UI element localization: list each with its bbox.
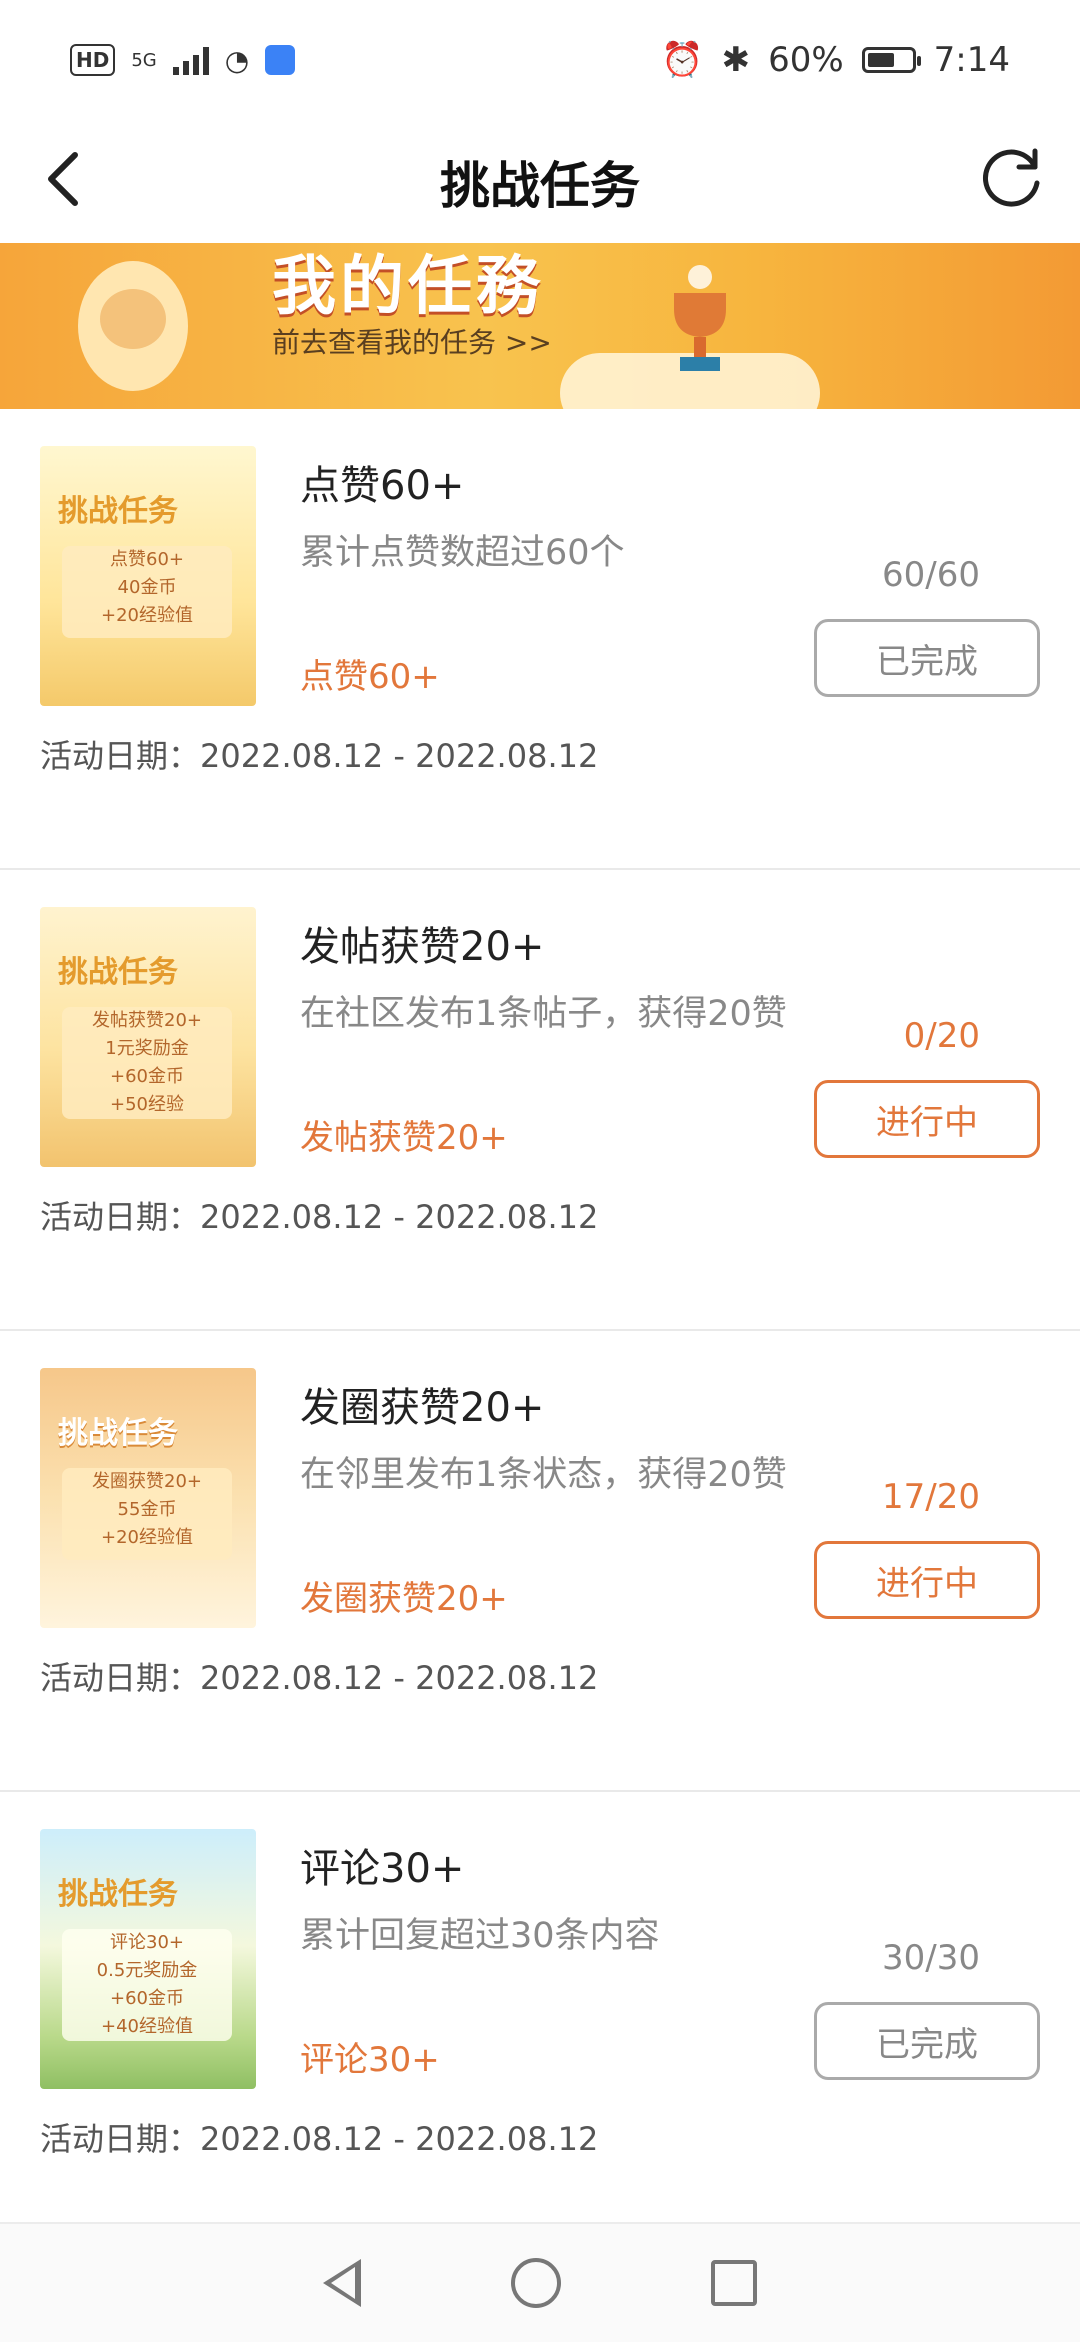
- thumbnail-title: 挑战任务: [58, 1416, 178, 1451]
- task-description: 在邻里发布1条状态，获得20赞: [300, 1455, 787, 1495]
- thumbnail-title: 挑战任务: [58, 494, 178, 529]
- battery-fill: [867, 53, 894, 67]
- thumbnail-line: +60金币: [110, 1066, 184, 1087]
- task-tag: 发圈获赞20+: [300, 1579, 508, 1619]
- task-date: 活动日期：2022.08.12 - 2022.08.12: [40, 1198, 599, 1236]
- back-arrow-icon[interactable]: [28, 144, 98, 214]
- thumbnail-line: 发帖获赞20+: [92, 1010, 202, 1031]
- battery-icon: [861, 47, 921, 73]
- task-thumbnail: 挑战任务 点赞60+ 40金币 +20经验值: [40, 446, 256, 706]
- bluetooth-icon: ✱: [721, 40, 751, 80]
- battery-percent: 60%: [768, 40, 844, 80]
- system-nav-bar: [0, 2222, 1080, 2342]
- task-item[interactable]: 挑战任务 发帖获赞20+ 1元奖励金 +60金币 +50经验 发帖获赞20+ 在…: [0, 870, 1080, 1331]
- thumbnail-reward-box: 发圈获赞20+ 55金币 +20经验值: [62, 1468, 232, 1560]
- system-back-icon[interactable]: [323, 2259, 361, 2307]
- status-left: HD 5G ◔: [70, 43, 296, 77]
- thumbnail-line: +50经验: [110, 1094, 184, 1115]
- task-name: 发帖获赞20+: [300, 924, 545, 970]
- status-bar: HD 5G ◔ ⏰ ✱ 60% 7:14: [0, 0, 1080, 120]
- thumbnail-line: +60金币: [110, 1988, 184, 2009]
- signal-icon: [172, 45, 209, 75]
- thumbnail-line: 点赞60+: [110, 549, 184, 570]
- thumbnail-line: 0.5元奖励金: [96, 1960, 198, 1981]
- task-date: 活动日期：2022.08.12 - 2022.08.12: [40, 737, 599, 775]
- task-date: 活动日期：2022.08.12 - 2022.08.12: [40, 2120, 599, 2158]
- task-tag: 点赞60+: [300, 657, 440, 697]
- task-thumbnail: 挑战任务 发帖获赞20+ 1元奖励金 +60金币 +50经验: [40, 907, 256, 1167]
- task-date: 活动日期：2022.08.12 - 2022.08.12: [40, 1659, 599, 1697]
- system-home-icon[interactable]: [511, 2258, 561, 2308]
- task-status-button[interactable]: 已完成: [814, 619, 1040, 697]
- task-list: 挑战任务 点赞60+ 40金币 +20经验值 点赞60+ 累计点赞数超过60个 …: [0, 409, 1080, 2253]
- app-badge-icon: [265, 45, 296, 75]
- thumbnail-line: 1元奖励金: [105, 1038, 189, 1059]
- task-progress: 60/60: [882, 555, 980, 595]
- thumbnail-reward-box: 点赞60+ 40金币 +20经验值: [62, 546, 232, 638]
- trophy-icon: [660, 263, 740, 383]
- task-progress: 30/30: [882, 1938, 980, 1978]
- task-description: 累计点赞数超过60个: [300, 533, 625, 573]
- task-name: 发圈获赞20+: [300, 1385, 545, 1431]
- thumbnail-title: 挑战任务: [58, 955, 178, 990]
- thumbnail-line: 发圈获赞20+: [92, 1471, 202, 1492]
- task-thumbnail: 挑战任务 发圈获赞20+ 55金币 +20经验值: [40, 1368, 256, 1628]
- task-name: 点赞60+: [300, 463, 465, 509]
- mascot-image: [78, 261, 188, 391]
- status-right: ⏰ ✱ 60% 7:14: [661, 40, 1010, 80]
- system-recents-icon[interactable]: [711, 2260, 757, 2306]
- page-title: 挑战任务: [440, 156, 640, 215]
- thumbnail-line: 55金币: [117, 1499, 177, 1520]
- task-description: 在社区发布1条帖子，获得20赞: [300, 994, 787, 1034]
- task-tag: 发帖获赞20+: [300, 1118, 508, 1158]
- network-label: 5G: [131, 49, 157, 71]
- task-status-button[interactable]: 已完成: [814, 2002, 1040, 2080]
- thumbnail-reward-box: 评论30+ 0.5元奖励金 +60金币 +40经验值: [62, 1929, 232, 2041]
- top-nav-bar: 挑战任务: [0, 120, 1080, 243]
- thumbnail-line: +20经验值: [101, 605, 193, 626]
- refresh-icon[interactable]: [972, 138, 1052, 218]
- banner-title: 我的任務: [272, 250, 544, 324]
- thumbnail-line: 评论30+: [110, 1932, 184, 1953]
- thumbnail-reward-box: 发帖获赞20+ 1元奖励金 +60金币 +50经验: [62, 1007, 232, 1119]
- my-tasks-banner[interactable]: 我的任務 前去查看我的任务 >>: [0, 243, 1080, 409]
- task-item[interactable]: 挑战任务 点赞60+ 40金币 +20经验值 点赞60+ 累计点赞数超过60个 …: [0, 409, 1080, 870]
- task-progress: 0/20: [903, 1016, 980, 1056]
- task-description: 累计回复超过30条内容: [300, 1916, 660, 1956]
- banner-subtitle: 前去查看我的任务 >>: [272, 326, 552, 359]
- task-item[interactable]: 挑战任务 评论30+ 0.5元奖励金 +60金币 +40经验值 评论30+ 累计…: [0, 1792, 1080, 2253]
- thumbnail-line: +40经验值: [101, 2016, 193, 2037]
- alarm-icon: ⏰: [661, 40, 704, 80]
- task-thumbnail: 挑战任务 评论30+ 0.5元奖励金 +60金币 +40经验值: [40, 1829, 256, 2089]
- task-item[interactable]: 挑战任务 发圈获赞20+ 55金币 +20经验值 发圈获赞20+ 在邻里发布1条…: [0, 1331, 1080, 1792]
- wifi-icon: ◔: [224, 43, 250, 77]
- task-status-button[interactable]: 进行中: [814, 1541, 1040, 1619]
- task-tag: 评论30+: [300, 2040, 440, 2080]
- hd-icon: HD: [70, 44, 116, 76]
- thumbnail-line: +20经验值: [101, 1527, 193, 1548]
- thumbnail-title: 挑战任务: [58, 1877, 178, 1912]
- clock: 7:14: [933, 40, 1010, 80]
- task-name: 评论30+: [300, 1846, 465, 1892]
- task-status-button[interactable]: 进行中: [814, 1080, 1040, 1158]
- task-progress: 17/20: [882, 1477, 980, 1517]
- thumbnail-line: 40金币: [117, 577, 177, 598]
